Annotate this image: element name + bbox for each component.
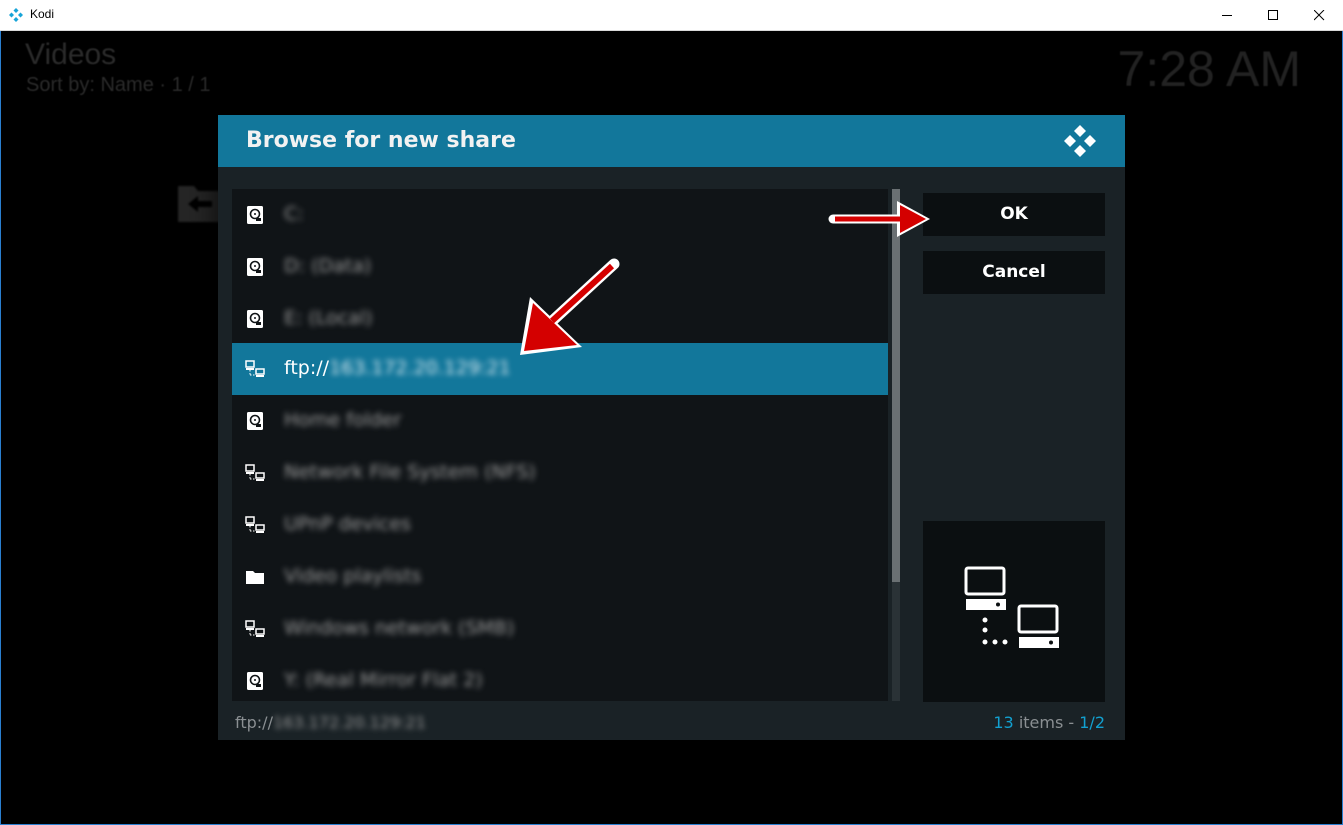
list-item-label: Video playlists — [284, 565, 422, 587]
close-icon — [1314, 10, 1325, 21]
browse-share-dialog: Browse for new share C: D: (Data) E: (Lo… — [218, 115, 1125, 740]
background-clock: 7:28 AM — [1117, 41, 1301, 97]
list-item-home-folder[interactable]: Home folder — [232, 395, 888, 447]
list-item-upnp[interactable]: UPnP devices — [232, 499, 888, 551]
list-item-label: Windows network (SMB) — [284, 617, 515, 639]
folder-icon — [246, 571, 264, 584]
minimize-icon — [1222, 15, 1232, 16]
share-source-list[interactable]: C: D: (Data) E: (Local) ftp://163.172.20… — [232, 189, 888, 701]
close-button[interactable] — [1297, 0, 1343, 31]
list-item-c-drive[interactable]: C: — [232, 189, 888, 241]
list-item-e-drive[interactable]: E: (Local) — [232, 293, 888, 345]
cancel-button[interactable]: Cancel — [923, 251, 1105, 294]
ok-button[interactable]: OK — [923, 193, 1105, 236]
dialog-header: Browse for new share — [218, 115, 1125, 167]
dialog-title: Browse for new share — [246, 128, 516, 153]
window-titlebar: Kodi — [0, 0, 1343, 31]
list-item-label: C: — [284, 203, 304, 225]
item-count: 13 items - 1/2 — [993, 713, 1105, 732]
network-icon — [245, 464, 265, 481]
network-icon — [245, 620, 265, 637]
harddisk-icon — [247, 412, 263, 430]
harddisk-icon — [247, 258, 263, 276]
kodi-logo-icon — [1064, 125, 1096, 157]
background-sort-text: Sort by: Name · 1 / 1 — [26, 74, 211, 96]
current-path: ftp://163.172.20.129:21 — [235, 713, 426, 732]
harddisk-icon — [247, 206, 263, 224]
maximize-icon — [1268, 10, 1278, 20]
list-item-ftp-share[interactable]: ftp://163.172.20.129:21 — [232, 343, 888, 395]
list-item-d-drive[interactable]: D: (Data) — [232, 241, 888, 293]
source-preview-thumbnail — [923, 521, 1105, 702]
list-item-label: Network File System (NFS) — [284, 461, 536, 483]
maximize-button[interactable] — [1251, 0, 1297, 31]
list-item-nfs[interactable]: Network File System (NFS) — [232, 447, 888, 499]
list-item-smb[interactable]: Windows network (SMB) — [232, 603, 888, 655]
background-page-title: Videos — [25, 38, 117, 71]
harddisk-icon — [247, 310, 263, 328]
list-item-label: Y: (Real Mirror Flat 2) — [284, 669, 483, 691]
list-item-label: D: (Data) — [284, 255, 372, 277]
network-icon — [964, 566, 1059, 648]
network-icon — [245, 516, 265, 533]
list-scrollbar-thumb[interactable] — [892, 189, 900, 582]
list-item-label: E: (Local) — [284, 307, 373, 329]
window-title: Kodi — [30, 7, 55, 21]
minimize-button[interactable] — [1205, 0, 1251, 31]
list-item-label: UPnP devices — [284, 513, 411, 535]
network-icon — [245, 360, 265, 377]
harddisk-icon — [247, 672, 263, 690]
list-item-video-playlists[interactable]: Video playlists — [232, 551, 888, 603]
list-item-label: ftp://163.172.20.129:21 — [284, 357, 511, 379]
list-item-label: Home folder — [284, 409, 402, 431]
kodi-icon — [9, 8, 23, 22]
list-item-y-drive[interactable]: Y: (Real Mirror Flat 2) — [232, 655, 888, 707]
folder-back-icon — [178, 186, 222, 222]
